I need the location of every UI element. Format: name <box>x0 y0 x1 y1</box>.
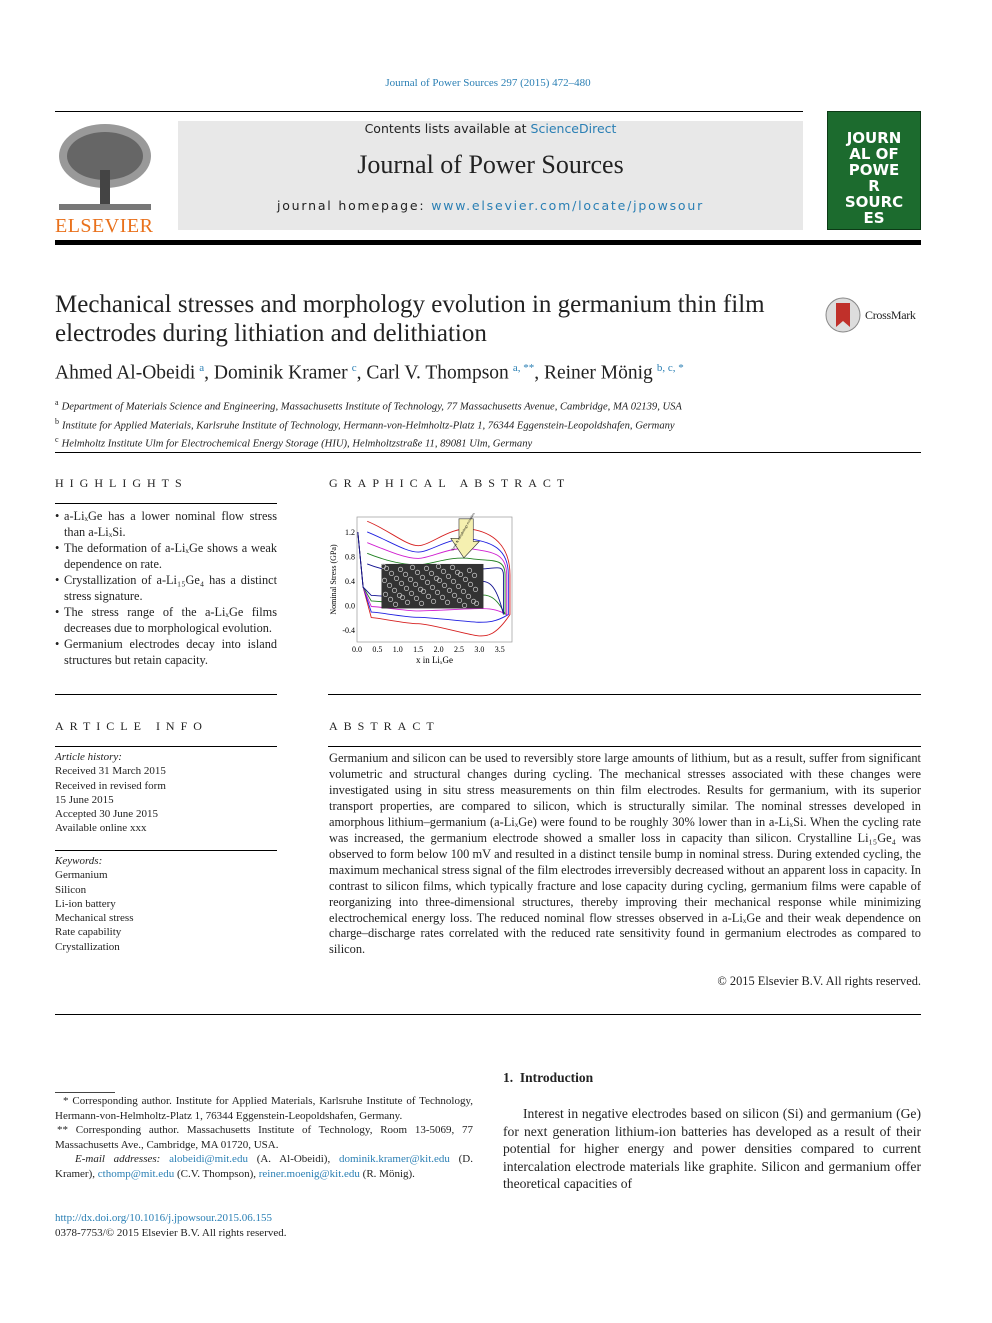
contents-label: Contents lists available at <box>364 121 531 136</box>
email-addresses: E-mail addresses: alobeidi@mit.edu (A. A… <box>55 1152 473 1181</box>
x-tick-label: 0.5 <box>372 645 382 654</box>
abstract-copyright: © 2015 Elsevier B.V. All rights reserved… <box>717 974 921 988</box>
highlights-heading: HIGHLIGHTS <box>55 476 188 490</box>
y-axis-label: Nominal Stress (GPa) <box>329 544 338 615</box>
affiliation: b Institute for Applied Materials, Karlsr… <box>55 415 682 434</box>
affiliation-text: Department of Materials Science and Engi… <box>61 401 682 413</box>
article-history: Article history: Received 31 March 2015 R… <box>55 750 277 836</box>
cover-title: JOURNAL OF POWER SOURCES <box>844 129 904 227</box>
crossmark-icon <box>825 297 861 333</box>
article-title: Mechanical stresses and morphology evolu… <box>55 291 765 347</box>
crossmark-button[interactable]: CrossMark <box>825 297 916 333</box>
author-separator: , <box>204 362 214 384</box>
x-tick-label: 2.0 <box>434 645 444 654</box>
highlight-item: Crystallization of a-Li₁₅Ge₄ has a disti… <box>55 572 277 604</box>
history-entry: Received 31 March 2015 <box>55 765 166 778</box>
author-list: Ahmed Al-Obeidi a, Dominik Kramer c, Carl … <box>55 362 684 385</box>
email-link[interactable]: alobeidi@mit.edu <box>169 1153 248 1165</box>
keyword: Silicon <box>55 883 87 896</box>
history-entry: Available online xxx <box>55 822 147 835</box>
affiliation-marker: a <box>55 398 59 407</box>
highlight-item: The deformation of a-LiₓGe shows a weak … <box>55 540 277 572</box>
journal-title: Journal of Power Sources <box>357 150 624 179</box>
affiliation: c Helmholtz Institute Ulm for Electrochem… <box>55 433 682 452</box>
email-owner: (A. Al-Obeidi), <box>247 1153 339 1165</box>
y-tick-label: 0.8 <box>345 553 355 562</box>
x-tick-label: 1.5 <box>413 645 423 654</box>
journal-banner: Contents lists available at ScienceDirec… <box>178 121 803 230</box>
affiliation: a Department of Materials Science and Eng… <box>55 396 682 415</box>
keyword: Mechanical stress <box>55 912 134 925</box>
affiliation-marker: c <box>55 435 59 445</box>
x-tick-label: 0.0 <box>352 645 362 654</box>
email-link[interactable]: reiner.moenig@kit.edu <box>259 1168 360 1180</box>
introduction-text: Interest in negative electrodes based on… <box>503 1106 921 1192</box>
issn-copyright: 0378-7753/© 2015 Elsevier B.V. All right… <box>55 1227 287 1239</box>
author-name[interactable]: Reiner Mönig <box>544 363 653 384</box>
abstract-text: Germanium and silicon can be used to rev… <box>329 751 921 957</box>
homepage-link[interactable]: www.elsevier.com/locate/jpowsour <box>431 198 704 213</box>
graphical-abstract-figure: 0.0 0.5 1.0 1.5 2.0 2.5 3.0 3.5 1.2 0.8 0.4 0.0 -0.4… <box>327 511 522 668</box>
author-name[interactable]: Dominik Kramer <box>214 363 348 384</box>
highlight-item: a-LiₓGe has a lower nominal flow stress … <box>55 508 277 540</box>
y-tick-label: 0.0 <box>345 601 355 610</box>
graphical-abstract-heading: GRAPHICAL ABSTRACT <box>329 476 571 490</box>
header-rule <box>55 240 921 245</box>
tree-icon <box>55 120 155 212</box>
sciencedirect-link[interactable]: ScienceDirect <box>531 121 617 136</box>
keyword: Germanium <box>55 869 108 882</box>
affiliation-text: Institute for Applied Materials, Karlsru… <box>62 420 675 432</box>
y-tick-label: -0.4 <box>342 626 355 635</box>
author-name[interactable]: Carl V. Thompson <box>366 363 508 384</box>
crossmark-label: CrossMark <box>865 307 916 322</box>
highlights-list: a-LiₓGe has a lower nominal flow stress … <box>55 508 277 668</box>
corresponding-author-1: * Corresponding author. Institute for Ap… <box>55 1095 473 1122</box>
x-tick-label: 3.0 <box>474 645 484 654</box>
sem-micrograph-inset <box>381 563 484 609</box>
doi-link[interactable]: http://dx.doi.org/10.1016/j.jpowsour.201… <box>55 1211 272 1225</box>
elsevier-logo: ELSEVIER <box>55 120 155 237</box>
footnotes: * Corresponding author. Institute for Ap… <box>55 1094 473 1181</box>
affiliation-list: a Department of Materials Science and Eng… <box>55 396 682 452</box>
author-affiliation-marker[interactable]: b, c, * <box>657 362 684 374</box>
author-separator: , <box>356 362 367 384</box>
email-owner: (R. Mönig). <box>359 1167 415 1180</box>
article-info-heading: ARTICLE INFO <box>55 719 208 733</box>
x-axis-label: x in LiₓGe <box>416 655 453 665</box>
highlight-item: The stress range of the a-LiₓGe films de… <box>55 604 277 636</box>
keyword: Rate capability <box>55 926 122 939</box>
x-tick-label: 2.5 <box>454 645 464 654</box>
journal-citation-link[interactable]: Journal of Power Sources 297 (2015) 472–… <box>0 77 976 89</box>
email-label: E-mail addresses: <box>75 1153 161 1165</box>
history-entry: Received in revised form <box>55 779 166 792</box>
y-tick-label: 1.2 <box>345 528 355 537</box>
email-owner: (C.V. Thompson), <box>174 1167 259 1180</box>
history-entry: Accepted 30 June 2015 <box>55 808 158 821</box>
email-link[interactable]: cthomp@mit.edu <box>98 1168 174 1180</box>
homepage-label: journal homepage: <box>276 198 432 213</box>
history-label: Article history: <box>55 751 122 763</box>
abstract-heading: ABSTRACT <box>329 719 440 733</box>
corresponding-author-2: ** Corresponding author. Massachusetts I… <box>55 1124 473 1151</box>
email-link[interactable]: dominik.kramer@kit.edu <box>339 1153 450 1165</box>
keywords-label: Keywords: <box>55 855 103 867</box>
x-tick-label: 1.0 <box>393 645 403 654</box>
author-separator: , <box>534 362 544 384</box>
author-affiliation-marker[interactable]: a, ** <box>513 362 534 374</box>
journal-cover: JOURNAL OF POWER SOURCES <box>827 111 921 230</box>
keywords: Keywords: Germanium Silicon Li-ion battery… <box>55 854 277 954</box>
highlight-item: Germanium electrodes decay into island s… <box>55 636 277 668</box>
y-tick-label: 0.4 <box>345 577 355 586</box>
author-name[interactable]: Ahmed Al-Obeidi <box>55 363 195 384</box>
keyword: Li-ion battery <box>55 897 116 910</box>
elsevier-wordmark: ELSEVIER <box>55 215 154 237</box>
affiliation-marker: b <box>55 416 59 426</box>
keyword: Crystallization <box>55 940 120 953</box>
x-tick-label: 3.5 <box>495 645 505 654</box>
introduction-heading: 1. Introduction <box>503 1070 594 1085</box>
history-entry: 15 June 2015 <box>55 793 114 806</box>
affiliation-text: Helmholtz Institute Ulm for Electrochemi… <box>61 438 533 450</box>
